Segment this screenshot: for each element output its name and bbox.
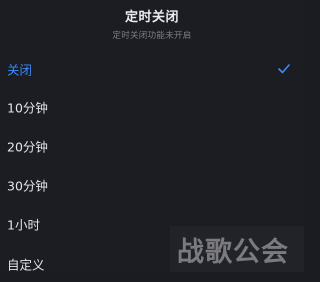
check-icon [278, 64, 290, 74]
option-10-minutes[interactable]: 10分钟 [0, 89, 304, 125]
watermark-text: 战歌公会 [177, 237, 289, 268]
option-30-minutes[interactable]: 30分钟 [0, 167, 304, 203]
sheet-header: 定时关闭 定时关闭功能未开启 [0, 0, 304, 48]
option-label: 30分钟 [7, 178, 48, 194]
watermark: 战歌公会 [170, 226, 304, 272]
sheet-subtitle: 定时关闭功能未开启 [112, 31, 192, 41]
option-20-minutes[interactable]: 20分钟 [0, 128, 304, 164]
option-label: 10分钟 [7, 100, 48, 116]
sheet-title: 定时关闭 [124, 10, 179, 25]
option-label: 自定义 [7, 257, 45, 273]
option-label: 关闭 [7, 62, 33, 78]
sleep-timer-sheet: 定时关闭 定时关闭功能未开启 关闭 10分钟 20分钟 30分钟 1小时 自定义… [0, 0, 304, 273]
option-close[interactable]: 关闭 [0, 51, 304, 87]
option-label: 1小时 [7, 217, 40, 233]
option-label: 20分钟 [7, 139, 48, 155]
